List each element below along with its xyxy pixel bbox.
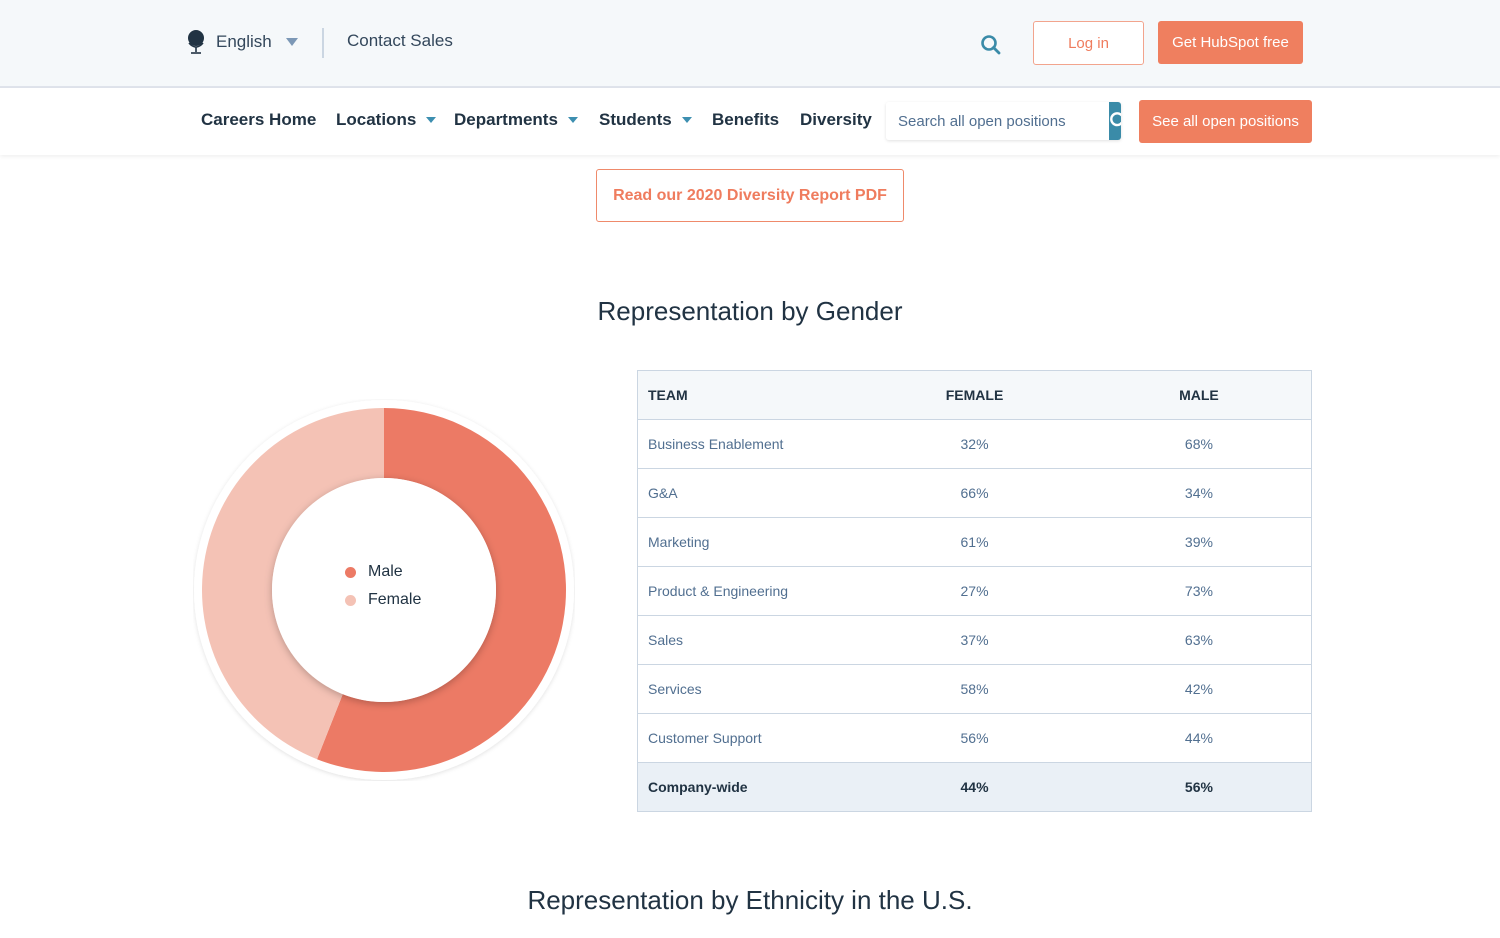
header-female: FEMALE: [862, 370, 1087, 420]
login-button[interactable]: Log in: [1033, 21, 1144, 65]
table-row: Sales 37% 63%: [637, 615, 1312, 665]
search-icon[interactable]: [980, 34, 1002, 56]
language-label: English: [216, 32, 272, 51]
cell-male: 56%: [1086, 762, 1312, 812]
table-row: Services 58% 42%: [637, 664, 1312, 714]
cell-female: 44%: [862, 762, 1087, 812]
table-row: G&A 66% 34%: [637, 468, 1312, 518]
cell-team: Business Enablement: [637, 419, 863, 469]
chevron-down-icon: [285, 38, 298, 46]
cell-male: 39%: [1086, 517, 1312, 567]
header-male: MALE: [1086, 370, 1312, 420]
legend-item-male: Male: [345, 563, 421, 581]
cell-female: 27%: [862, 566, 1087, 616]
cell-female: 56%: [862, 713, 1087, 763]
table-row: Product & Engineering 27% 73%: [637, 566, 1312, 616]
positions-search: [886, 102, 1121, 140]
divider: [322, 28, 324, 58]
cell-female: 58%: [862, 664, 1087, 714]
globe-icon: [188, 30, 204, 54]
nav-careers-home[interactable]: Careers Home: [201, 110, 316, 130]
cell-team: Sales: [637, 615, 863, 665]
get-hubspot-free-button[interactable]: Get HubSpot free: [1158, 21, 1303, 64]
nav-label: Benefits: [712, 110, 780, 129]
nav-students[interactable]: Students: [599, 110, 692, 130]
legend-dot-female: [345, 594, 356, 606]
nav-label: Diversity: [800, 110, 872, 129]
cell-team: Services: [637, 664, 863, 714]
utility-bar: English Contact Sales Log in Get HubSpot…: [0, 0, 1500, 88]
cell-team: G&A: [637, 468, 863, 518]
cell-team: Customer Support: [637, 713, 863, 763]
cell-male: 73%: [1086, 566, 1312, 616]
search-icon: [1110, 112, 1121, 127]
chevron-down-icon: [567, 117, 578, 123]
nav-departments[interactable]: Departments: [454, 110, 578, 130]
positions-search-input[interactable]: [886, 102, 1109, 140]
nav-diversity[interactable]: Diversity: [800, 110, 872, 130]
positions-search-button[interactable]: [1109, 102, 1121, 140]
cell-female: 66%: [862, 468, 1087, 518]
header-team: TEAM: [637, 370, 863, 420]
language-selector[interactable]: English: [186, 28, 298, 56]
table-row: Business Enablement 32% 68%: [637, 419, 1312, 469]
legend-item-female: Female: [345, 591, 421, 609]
legend-dot-male: [345, 566, 356, 578]
nav-label: Locations: [336, 110, 417, 129]
chevron-down-icon: [426, 117, 437, 123]
cell-team: Product & Engineering: [637, 566, 863, 616]
legend-label: Female: [368, 591, 422, 608]
cell-male: 34%: [1086, 468, 1312, 518]
nav-label: Careers Home: [201, 110, 317, 129]
chevron-down-icon: [681, 117, 692, 123]
cell-male: 63%: [1086, 615, 1312, 665]
cell-male: 68%: [1086, 419, 1312, 469]
cell-male: 42%: [1086, 664, 1312, 714]
nav-benefits[interactable]: Benefits: [712, 110, 779, 130]
cell-team: Marketing: [637, 517, 863, 567]
table-header-row: TEAM FEMALE MALE: [637, 370, 1312, 420]
gender-table: TEAM FEMALE MALE Business Enablement 32%…: [637, 370, 1312, 812]
nav-label: Departments: [454, 110, 558, 129]
gender-section-title: Representation by Gender: [597, 296, 903, 326]
contact-sales-link[interactable]: Contact Sales: [347, 31, 453, 51]
table-total-row: Company-wide 44% 56%: [637, 762, 1312, 812]
nav-label: Students: [599, 110, 672, 129]
cell-female: 32%: [862, 419, 1087, 469]
see-all-positions-button[interactable]: See all open positions: [1139, 100, 1312, 143]
legend-label: Male: [368, 563, 403, 580]
gender-donut-chart: Male Female: [193, 399, 575, 781]
nav-locations[interactable]: Locations: [336, 110, 437, 130]
ethnicity-section-title: Representation by Ethnicity in the U.S.: [527, 885, 973, 915]
cell-team: Company-wide: [637, 762, 863, 812]
cell-female: 37%: [862, 615, 1087, 665]
table-row: Customer Support 56% 44%: [637, 713, 1312, 763]
cell-female: 61%: [862, 517, 1087, 567]
diversity-report-button[interactable]: Read our 2020 Diversity Report PDF: [596, 169, 904, 222]
table-row: Marketing 61% 39%: [637, 517, 1312, 567]
cell-male: 44%: [1086, 713, 1312, 763]
chart-legend: Male Female: [345, 563, 421, 609]
